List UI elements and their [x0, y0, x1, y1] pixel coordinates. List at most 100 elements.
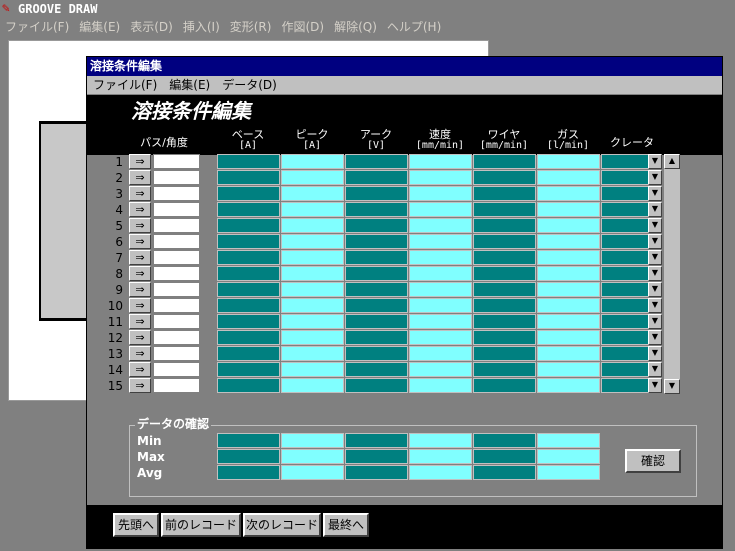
- wire-input[interactable]: [473, 186, 536, 201]
- speed-input[interactable]: [409, 250, 472, 265]
- pass-angle-input[interactable]: [153, 234, 200, 249]
- peak-input[interactable]: [281, 154, 344, 169]
- pass-angle-input[interactable]: [153, 154, 200, 169]
- crater-dropdown-icon[interactable]: ▼: [648, 362, 662, 377]
- first-record-button[interactable]: 先頭へ: [113, 513, 159, 537]
- base-input[interactable]: [217, 266, 280, 281]
- speed-input[interactable]: [409, 314, 472, 329]
- wire-input[interactable]: [473, 202, 536, 217]
- row-select-arrow-icon[interactable]: ⇒: [129, 314, 151, 329]
- peak-input[interactable]: [281, 186, 344, 201]
- gas-input[interactable]: [537, 362, 600, 377]
- pass-angle-input[interactable]: [153, 250, 200, 265]
- arc-input[interactable]: [345, 234, 408, 249]
- gas-input[interactable]: [537, 218, 600, 233]
- base-input[interactable]: [217, 330, 280, 345]
- crater-select[interactable]: [601, 218, 649, 233]
- scroll-up-icon[interactable]: ▲: [664, 154, 680, 169]
- base-input[interactable]: [217, 346, 280, 361]
- app-menu-edit[interactable]: 編集(E): [74, 18, 125, 36]
- crater-select[interactable]: [601, 362, 649, 377]
- gas-input[interactable]: [537, 346, 600, 361]
- peak-input[interactable]: [281, 330, 344, 345]
- pass-angle-input[interactable]: [153, 362, 200, 377]
- arc-input[interactable]: [345, 154, 408, 169]
- base-input[interactable]: [217, 250, 280, 265]
- dialog-menu-data[interactable]: データ(D): [216, 76, 283, 94]
- base-input[interactable]: [217, 202, 280, 217]
- crater-dropdown-icon[interactable]: ▼: [648, 330, 662, 345]
- peak-input[interactable]: [281, 314, 344, 329]
- gas-input[interactable]: [537, 234, 600, 249]
- crater-select[interactable]: [601, 266, 649, 281]
- crater-select[interactable]: [601, 202, 649, 217]
- app-menu-transform[interactable]: 変形(R): [225, 18, 277, 36]
- speed-input[interactable]: [409, 298, 472, 313]
- arc-input[interactable]: [345, 314, 408, 329]
- speed-input[interactable]: [409, 346, 472, 361]
- pass-angle-input[interactable]: [153, 202, 200, 217]
- row-select-arrow-icon[interactable]: ⇒: [129, 362, 151, 377]
- arc-input[interactable]: [345, 346, 408, 361]
- gas-input[interactable]: [537, 170, 600, 185]
- wire-input[interactable]: [473, 282, 536, 297]
- crater-select[interactable]: [601, 330, 649, 345]
- wire-input[interactable]: [473, 250, 536, 265]
- crater-dropdown-icon[interactable]: ▼: [648, 218, 662, 233]
- peak-input[interactable]: [281, 170, 344, 185]
- crater-select[interactable]: [601, 378, 649, 393]
- speed-input[interactable]: [409, 234, 472, 249]
- peak-input[interactable]: [281, 266, 344, 281]
- row-select-arrow-icon[interactable]: ⇒: [129, 298, 151, 313]
- crater-dropdown-icon[interactable]: ▼: [648, 186, 662, 201]
- base-input[interactable]: [217, 298, 280, 313]
- crater-dropdown-icon[interactable]: ▼: [648, 378, 662, 393]
- base-input[interactable]: [217, 234, 280, 249]
- speed-input[interactable]: [409, 330, 472, 345]
- crater-dropdown-icon[interactable]: ▼: [648, 346, 662, 361]
- peak-input[interactable]: [281, 218, 344, 233]
- base-input[interactable]: [217, 218, 280, 233]
- crater-select[interactable]: [601, 186, 649, 201]
- gas-input[interactable]: [537, 186, 600, 201]
- crater-select[interactable]: [601, 234, 649, 249]
- speed-input[interactable]: [409, 154, 472, 169]
- wire-input[interactable]: [473, 154, 536, 169]
- speed-input[interactable]: [409, 170, 472, 185]
- row-select-arrow-icon[interactable]: ⇒: [129, 330, 151, 345]
- arc-input[interactable]: [345, 170, 408, 185]
- peak-input[interactable]: [281, 378, 344, 393]
- crater-select[interactable]: [601, 298, 649, 313]
- crater-dropdown-icon[interactable]: ▼: [648, 250, 662, 265]
- gas-input[interactable]: [537, 314, 600, 329]
- crater-dropdown-icon[interactable]: ▼: [648, 202, 662, 217]
- row-select-arrow-icon[interactable]: ⇒: [129, 154, 151, 169]
- wire-input[interactable]: [473, 330, 536, 345]
- speed-input[interactable]: [409, 282, 472, 297]
- arc-input[interactable]: [345, 298, 408, 313]
- prev-record-button[interactable]: 前のレコード: [161, 513, 241, 537]
- gas-input[interactable]: [537, 202, 600, 217]
- arc-input[interactable]: [345, 266, 408, 281]
- peak-input[interactable]: [281, 202, 344, 217]
- row-select-arrow-icon[interactable]: ⇒: [129, 378, 151, 393]
- pass-angle-input[interactable]: [153, 378, 200, 393]
- crater-dropdown-icon[interactable]: ▼: [648, 314, 662, 329]
- pass-angle-input[interactable]: [153, 346, 200, 361]
- pass-angle-input[interactable]: [153, 330, 200, 345]
- row-select-arrow-icon[interactable]: ⇒: [129, 282, 151, 297]
- gas-input[interactable]: [537, 250, 600, 265]
- pass-angle-input[interactable]: [153, 170, 200, 185]
- scroll-down-icon[interactable]: ▼: [664, 379, 680, 394]
- pass-angle-input[interactable]: [153, 266, 200, 281]
- crater-select[interactable]: [601, 314, 649, 329]
- row-select-arrow-icon[interactable]: ⇒: [129, 186, 151, 201]
- crater-dropdown-icon[interactable]: ▼: [648, 282, 662, 297]
- wire-input[interactable]: [473, 378, 536, 393]
- speed-input[interactable]: [409, 362, 472, 377]
- peak-input[interactable]: [281, 346, 344, 361]
- wire-input[interactable]: [473, 170, 536, 185]
- wire-input[interactable]: [473, 362, 536, 377]
- dialog-menu-file[interactable]: ファイル(F): [87, 76, 163, 94]
- crater-dropdown-icon[interactable]: ▼: [648, 298, 662, 313]
